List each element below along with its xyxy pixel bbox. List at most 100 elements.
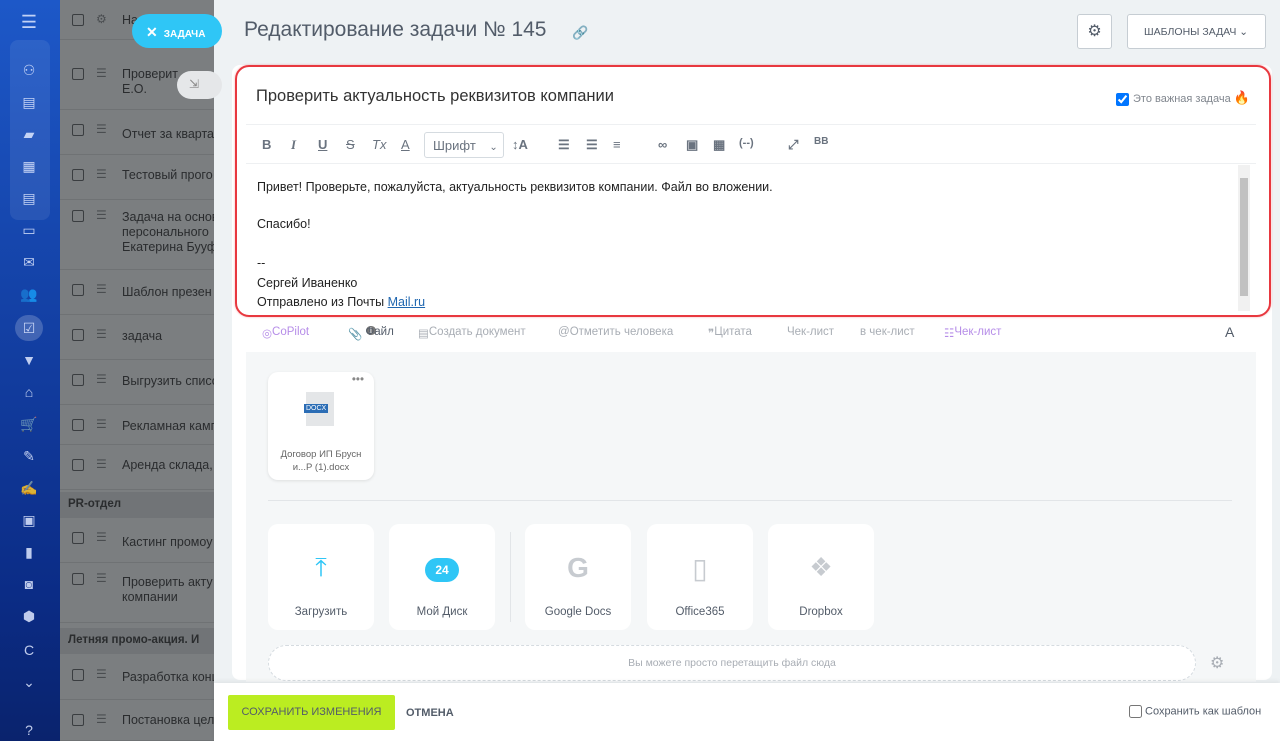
clear-format-button[interactable]: Tx xyxy=(372,137,386,152)
inventory-icon[interactable]: ⬢ xyxy=(18,608,40,626)
calendar-icon[interactable]: ▦ xyxy=(18,158,40,176)
drop-zone[interactable]: Вы можете просто перетащить файл сюда xyxy=(268,645,1196,681)
c-icon[interactable]: C xyxy=(18,642,40,660)
help-icon[interactable]: ? xyxy=(18,722,40,740)
save-changes-button[interactable]: СОХРАНИТЬ ИЗМЕНЕНИЯ xyxy=(228,695,395,730)
mail-ru-link[interactable]: Mail.ru xyxy=(388,295,426,309)
quote-button[interactable]: ❞ Цитата xyxy=(708,326,752,340)
font-size-button[interactable]: ↕A xyxy=(512,137,528,152)
numbered-list-icon[interactable]: ☰ xyxy=(558,137,570,153)
save-as-template-checkbox[interactable]: Сохранить как шаблон xyxy=(1129,705,1261,718)
fullscreen-icon[interactable]: ⤢ xyxy=(788,137,798,153)
copy-link-icon[interactable]: 🔗 xyxy=(572,25,588,41)
table-icon[interactable]: ▦ xyxy=(713,137,725,153)
checklist-ai-button[interactable]: ☷ Чек-лист xyxy=(944,326,1001,340)
editor-body[interactable]: Привет! Проверьте, пожалуйста, актуально… xyxy=(257,178,773,313)
sign-icon[interactable]: ✎ xyxy=(18,448,40,466)
align-icon[interactable]: ≡ xyxy=(613,137,621,152)
contacts-icon[interactable]: ▣ xyxy=(18,512,40,530)
close-slider-button[interactable]: ✕ ЗАДАЧА xyxy=(132,14,222,48)
text-format-toggle[interactable]: A xyxy=(1225,324,1234,340)
cart-icon[interactable]: 🛒 xyxy=(18,416,40,434)
dropbox-icon: ❖ xyxy=(809,552,833,582)
copilot-button[interactable]: ◎ CoPilot xyxy=(262,326,309,340)
attachment-card[interactable]: ••• DOCX Договор ИП Брусн и...Р (1).docx xyxy=(268,372,374,480)
select-all-checkbox[interactable] xyxy=(72,14,84,26)
cancel-button[interactable]: ОТМЕНА xyxy=(406,707,454,719)
analytics-icon[interactable]: ▮ xyxy=(18,544,40,562)
file-button[interactable]: 📎 Файл 1 xyxy=(348,326,394,341)
strikethrough-button[interactable]: S xyxy=(346,137,355,152)
list-item[interactable]: Выгрузить списо xyxy=(122,374,214,389)
bbcode-button[interactable]: BB xyxy=(814,136,828,147)
robot-icon[interactable]: ◙ xyxy=(18,576,40,594)
task-templates-button[interactable]: ШАБЛОНЫ ЗАДАЧ ⌄ xyxy=(1127,14,1266,49)
fire-icon: 🔥 xyxy=(1233,90,1250,105)
signature-icon[interactable]: ✍ xyxy=(18,480,40,498)
mail-icon[interactable]: ✉ xyxy=(18,254,40,272)
code-icon[interactable]: (--) xyxy=(739,137,754,149)
create-document-button[interactable]: ▤ Создать документ xyxy=(418,326,526,340)
upload-button[interactable]: ⤒ Загрузить xyxy=(268,524,374,630)
list-item[interactable]: Аренда склада, у xyxy=(122,458,214,473)
more-icon[interactable]: ••• xyxy=(352,374,364,386)
shop-icon[interactable]: ⌂ xyxy=(18,384,40,402)
more-icon[interactable]: ⌄ xyxy=(18,674,40,692)
footer-bar: СОХРАНИТЬ ИЗМЕНЕНИЯ ОТМЕНА Сохранить как… xyxy=(214,683,1280,741)
disk-24-icon: 24 xyxy=(425,558,459,582)
settings-button[interactable]: ⚙ xyxy=(1077,14,1112,49)
editor-toolbar: B I U S Tx A Шрифт ⌄ ↕A ☰ ☰ ≡ ∞ ▣ ▦ (--)… xyxy=(246,124,1256,164)
sites-icon[interactable]: ⚇ xyxy=(18,62,40,80)
task-title-input[interactable]: Проверить актуальность реквизитов компан… xyxy=(256,87,614,106)
bold-button[interactable]: B xyxy=(262,137,271,152)
google-icon: G xyxy=(567,552,589,583)
bullet-list-icon[interactable]: ☰ xyxy=(586,137,598,153)
minimize-icon: ⇲ xyxy=(189,77,200,91)
office-icon: ▯ xyxy=(692,553,708,584)
list-item[interactable]: Задача на основ персонального Екатерина … xyxy=(122,210,214,255)
my-drive-button[interactable]: 24 Мой Диск xyxy=(389,524,495,630)
attachment-name: Договор ИП Брусн и...Р (1).docx xyxy=(280,449,362,473)
gear-icon[interactable]: ⚙ xyxy=(1210,653,1224,673)
list-item[interactable]: Проверить акту компании xyxy=(122,575,213,605)
crm-funnel-icon[interactable]: ▼ xyxy=(18,352,40,370)
drive-icon[interactable]: ▭ xyxy=(18,222,40,240)
docs-icon[interactable]: ▤ xyxy=(18,190,40,208)
checklist-button[interactable]: Чек-лист xyxy=(787,326,834,338)
list-item[interactable]: Шаблон презен xyxy=(122,285,212,300)
gear-icon: ⚙ xyxy=(1087,23,1102,40)
text-color-button[interactable]: A xyxy=(401,137,410,152)
tasks-icon[interactable]: ☑ xyxy=(18,320,40,338)
font-select[interactable]: Шрифт ⌄ xyxy=(424,132,504,158)
list-item[interactable]: Разработка конц xyxy=(122,670,214,685)
google-docs-button[interactable]: G Google Docs xyxy=(525,524,631,630)
group-header[interactable]: Летняя промо-акция. И xyxy=(60,628,214,654)
feed-icon[interactable]: ▤ xyxy=(18,94,40,112)
docx-file-icon: DOCX xyxy=(304,392,334,426)
mention-button[interactable]: @ Отметить человека xyxy=(558,326,673,338)
list-item[interactable]: Проверит Е.О. xyxy=(122,67,178,97)
list-item[interactable]: задача xyxy=(122,329,162,344)
close-icon: ✕ xyxy=(146,24,158,40)
dropbox-button[interactable]: ❖ Dropbox xyxy=(768,524,874,630)
link-icon[interactable]: ∞ xyxy=(658,137,667,152)
office365-button[interactable]: ▯ Office365 xyxy=(647,524,753,630)
to-checklist-button[interactable]: в чек-лист xyxy=(860,326,915,338)
italic-button[interactable]: I xyxy=(291,137,296,153)
list-item[interactable]: Тестовый прого xyxy=(122,168,213,183)
underline-button[interactable]: U xyxy=(318,137,327,152)
employees-icon[interactable]: 👥 xyxy=(18,286,40,304)
list-item[interactable]: Кастинг промоу xyxy=(122,535,212,550)
list-item[interactable]: Рекламная камп xyxy=(122,419,214,434)
settings-icon[interactable]: ⚙ xyxy=(96,12,107,26)
chat-icon[interactable]: ▰ xyxy=(18,126,40,144)
image-icon[interactable]: ▣ xyxy=(686,137,698,153)
important-task-checkbox[interactable]: Это важная задача 🔥 xyxy=(1116,90,1250,106)
minimize-slider-button[interactable]: ⇲ xyxy=(177,71,222,99)
list-item[interactable]: Отчет за кварта xyxy=(122,127,214,142)
scrollbar-thumb[interactable] xyxy=(1240,178,1248,296)
list-item[interactable]: Постановка цел xyxy=(122,713,214,728)
task-list-background: ⚙ На ☰ Проверит Е.О. ☰ Отчет за кварта ☰ Тес… xyxy=(60,0,214,741)
group-header[interactable]: PR-отдел xyxy=(60,492,214,518)
menu-icon[interactable]: ☰ xyxy=(18,12,40,32)
